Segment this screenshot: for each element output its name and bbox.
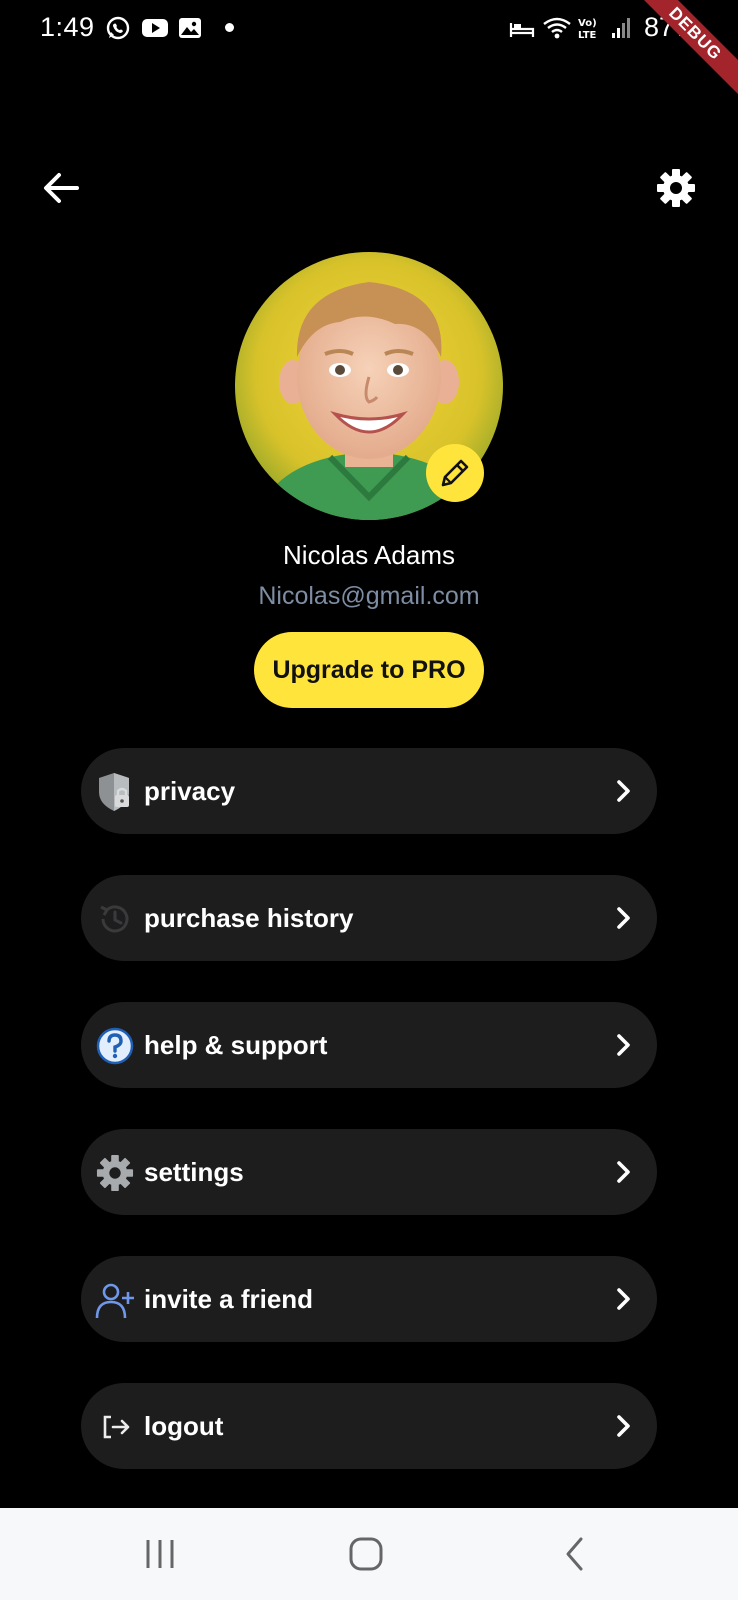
profile-name: Nicolas Adams bbox=[283, 540, 455, 570]
status-time: 1:49 bbox=[40, 12, 95, 42]
status-left: 1:49 bbox=[40, 12, 234, 43]
menu-item-settings[interactable]: settings bbox=[81, 1129, 657, 1215]
menu-item-help-support[interactable]: help & support bbox=[81, 1002, 657, 1088]
chevron-right-icon bbox=[617, 1034, 630, 1056]
menu-label: help & support bbox=[144, 1030, 328, 1060]
recent-apps-icon bbox=[146, 1540, 174, 1568]
gear-icon bbox=[95, 1153, 135, 1193]
avatar-container bbox=[235, 252, 503, 520]
chevron-right-icon bbox=[617, 1288, 630, 1310]
wifi-icon bbox=[542, 15, 571, 41]
menu-item-privacy[interactable]: privacy bbox=[81, 748, 657, 834]
whatsapp-icon bbox=[105, 15, 131, 41]
back-icon bbox=[566, 1537, 583, 1571]
notification-dot bbox=[224, 23, 234, 32]
menu-label: purchase history bbox=[144, 903, 354, 933]
status-bar: 1:49 Vo)LTE 87% DEBUG bbox=[0, 0, 738, 103]
menu-label: settings bbox=[144, 1157, 244, 1187]
chevron-right-icon bbox=[617, 907, 630, 929]
back-button[interactable] bbox=[37, 164, 85, 212]
svg-text:Vo): Vo) bbox=[578, 18, 597, 29]
youtube-icon bbox=[141, 15, 168, 41]
settings-button[interactable] bbox=[652, 164, 700, 212]
volte-icon: Vo) LTE bbox=[576, 15, 602, 41]
profile-email: Nicolas@gmail.com bbox=[258, 582, 480, 610]
menu-label: logout bbox=[144, 1411, 224, 1441]
home-button[interactable] bbox=[336, 1530, 396, 1578]
recent-apps-button[interactable] bbox=[130, 1530, 190, 1578]
menu-item-purchase-history[interactable]: purchase history bbox=[81, 875, 657, 961]
help-icon bbox=[95, 1026, 135, 1066]
shield-lock-icon bbox=[95, 772, 135, 812]
home-icon bbox=[349, 1537, 383, 1571]
history-icon bbox=[95, 899, 135, 939]
signal-icon bbox=[610, 15, 636, 41]
pencil-icon bbox=[441, 459, 469, 487]
menu-item-invite-friend[interactable]: invite a friend bbox=[81, 1256, 657, 1342]
chevron-right-icon bbox=[617, 1161, 630, 1183]
system-back-button[interactable] bbox=[545, 1530, 605, 1578]
menu-label: invite a friend bbox=[144, 1284, 314, 1314]
svg-text:LTE: LTE bbox=[578, 30, 597, 41]
logout-icon bbox=[95, 1407, 135, 1447]
gear-icon bbox=[657, 169, 695, 207]
menu-label: privacy bbox=[144, 776, 236, 806]
edit-avatar-button[interactable] bbox=[426, 444, 484, 502]
bed-icon bbox=[508, 15, 535, 41]
chevron-right-icon bbox=[617, 780, 630, 802]
chevron-right-icon bbox=[617, 1415, 630, 1437]
add-user-icon bbox=[95, 1280, 135, 1320]
upgrade-to-pro-button[interactable]: Upgrade to PRO bbox=[254, 632, 484, 708]
gallery-icon bbox=[177, 15, 203, 41]
arrow-left-icon bbox=[44, 173, 79, 203]
menu-item-logout[interactable]: logout bbox=[81, 1383, 657, 1469]
system-nav-bar bbox=[0, 1508, 738, 1600]
